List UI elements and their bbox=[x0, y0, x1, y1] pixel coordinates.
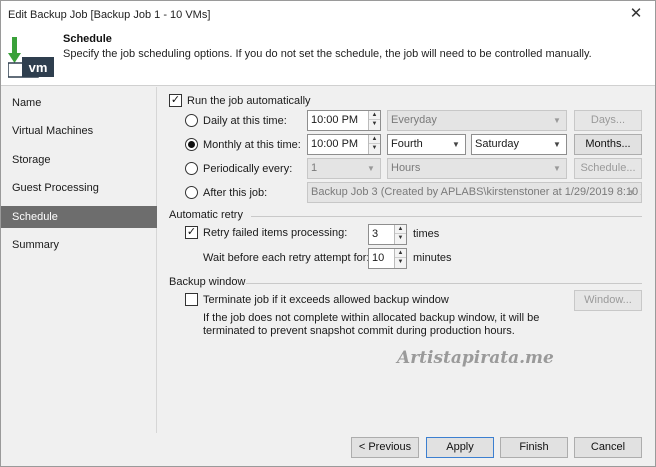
daily-time-value: 10:00 PM bbox=[311, 114, 359, 126]
retry-wait-unit: minutes bbox=[413, 252, 452, 264]
wizard-footer: < Previous Apply Finish Cancel bbox=[1, 433, 655, 466]
retry-count-value: 3 bbox=[372, 228, 379, 240]
edit-backup-job-window: Edit Backup Job [Backup Job 1 - 10 VMs] … bbox=[0, 0, 656, 467]
after-job-radio[interactable] bbox=[185, 186, 198, 199]
chevron-down-icon: ▼ bbox=[452, 140, 460, 149]
sidebar-item-virtual-machines[interactable]: Virtual Machines bbox=[1, 120, 157, 142]
section-divider bbox=[251, 216, 642, 217]
period-value-select[interactable]: 1 ▼ bbox=[307, 158, 381, 179]
after-job-label: After this job: bbox=[203, 187, 268, 199]
sidebar-item-schedule[interactable]: Schedule bbox=[1, 206, 157, 228]
monthly-week-value: Fourth bbox=[391, 138, 423, 150]
schedule-panel: ✓ Run the job automatically Daily at thi… bbox=[158, 87, 655, 433]
sidebar-item-summary[interactable]: Summary bbox=[1, 234, 157, 256]
months-button[interactable]: Months... bbox=[574, 134, 642, 155]
run-automatically-label: Run the job automatically bbox=[187, 95, 311, 107]
monthly-week-select[interactable]: Fourth ▼ bbox=[387, 134, 466, 155]
daily-frequency-select[interactable]: Everyday ▼ bbox=[387, 110, 567, 131]
schedule-button[interactable]: Schedule... bbox=[574, 158, 642, 179]
window-title: Edit Backup Job [Backup Job 1 - 10 VMs] bbox=[8, 9, 211, 21]
backup-window-note-line2: terminated to prevent snapshot commit du… bbox=[203, 325, 515, 337]
monthly-day-value: Saturday bbox=[475, 138, 520, 150]
sidebar-item-name[interactable]: Name bbox=[1, 92, 157, 114]
monthly-time-spinner[interactable]: ▲ ▼ bbox=[368, 135, 380, 154]
sidebar-item-storage[interactable]: Storage bbox=[1, 149, 157, 171]
previous-button[interactable]: < Previous bbox=[351, 437, 419, 458]
daily-time-input[interactable]: 10:00 PM ▲ ▼ bbox=[307, 110, 381, 131]
retry-count-spinner[interactable]: ▲ ▼ bbox=[394, 225, 406, 244]
chevron-down-icon: ▼ bbox=[553, 164, 561, 173]
retry-wait-value: 10 bbox=[372, 252, 385, 264]
retry-wait-spinner[interactable]: ▲ ▼ bbox=[394, 249, 406, 268]
backup-window-note-line1: If the job does not complete within allo… bbox=[203, 312, 540, 324]
chevron-down-icon: ▼ bbox=[553, 116, 561, 125]
close-icon[interactable]: ✕ bbox=[627, 5, 645, 23]
terminate-job-checkbox[interactable] bbox=[185, 293, 198, 306]
chevron-down-icon: ▼ bbox=[628, 188, 636, 197]
automatic-retry-section-label: Automatic retry bbox=[169, 209, 243, 221]
daily-label: Daily at this time: bbox=[203, 115, 287, 127]
backup-window-section-label: Backup window bbox=[169, 276, 246, 288]
section-divider bbox=[246, 283, 642, 284]
retry-failed-checkbox[interactable]: ✓ bbox=[185, 226, 198, 239]
watermark-text: Artistapirata.me bbox=[397, 348, 554, 368]
daily-time-spinner[interactable]: ▲ ▼ bbox=[368, 111, 380, 130]
monthly-day-select[interactable]: Saturday ▼ bbox=[471, 134, 567, 155]
retry-wait-label: Wait before each retry attempt for: bbox=[203, 252, 370, 264]
periodically-label: Periodically every: bbox=[203, 163, 293, 175]
period-unit-select[interactable]: Hours ▼ bbox=[387, 158, 567, 179]
monthly-label: Monthly at this time: bbox=[203, 139, 301, 151]
wizard-header: vm Schedule Specify the job scheduling o… bbox=[1, 29, 655, 86]
page-title: Schedule bbox=[63, 33, 112, 45]
period-unit-value: Hours bbox=[391, 162, 421, 174]
wizard-steps-sidebar: Name Virtual Machines Storage Guest Proc… bbox=[1, 87, 157, 433]
periodically-radio[interactable] bbox=[185, 162, 198, 175]
daily-radio[interactable] bbox=[185, 114, 198, 127]
chevron-down-icon: ▼ bbox=[553, 140, 561, 149]
terminate-job-label: Terminate job if it exceeds allowed back… bbox=[203, 294, 449, 306]
retry-count-unit: times bbox=[413, 228, 440, 240]
vm-download-icon: vm bbox=[8, 37, 54, 78]
days-button[interactable]: Days... bbox=[574, 110, 642, 131]
title-bar: Edit Backup Job [Backup Job 1 - 10 VMs] … bbox=[1, 1, 655, 29]
chevron-down-icon: ▼ bbox=[367, 164, 375, 173]
cancel-button[interactable]: Cancel bbox=[574, 437, 642, 458]
window-button[interactable]: Window... bbox=[574, 290, 642, 311]
monthly-time-value: 10:00 PM bbox=[311, 138, 359, 150]
retry-count-input[interactable]: 3 ▲ ▼ bbox=[368, 224, 407, 245]
monthly-time-input[interactable]: 10:00 PM ▲ ▼ bbox=[307, 134, 381, 155]
after-job-select[interactable]: Backup Job 3 (Created by APLABS\kirstens… bbox=[307, 182, 642, 203]
monthly-radio[interactable] bbox=[185, 138, 198, 151]
daily-frequency-value: Everyday bbox=[391, 114, 437, 126]
retry-failed-label: Retry failed items processing: bbox=[203, 227, 348, 239]
after-job-value: Backup Job 3 (Created by APLABS\kirstens… bbox=[311, 186, 642, 198]
page-description: Specify the job scheduling options. If y… bbox=[63, 48, 592, 60]
sidebar-item-guest-processing[interactable]: Guest Processing bbox=[1, 177, 157, 199]
retry-wait-input[interactable]: 10 ▲ ▼ bbox=[368, 248, 407, 269]
period-value: 1 bbox=[311, 162, 318, 174]
run-automatically-checkbox[interactable]: ✓ bbox=[169, 94, 182, 107]
logo-text: vm bbox=[29, 60, 48, 75]
finish-button[interactable]: Finish bbox=[500, 437, 568, 458]
apply-button[interactable]: Apply bbox=[426, 437, 494, 458]
